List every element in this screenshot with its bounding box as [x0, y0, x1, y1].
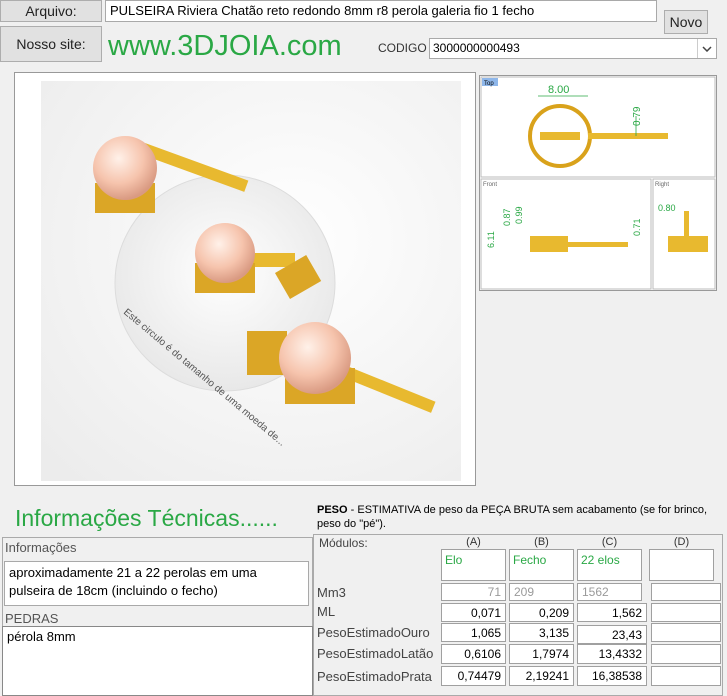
col-name-c[interactable]: 22 elos	[577, 549, 642, 581]
col-header-d: (D)	[673, 536, 690, 548]
peso-header: PESO - ESTIMATIVA de peso da PEÇA BRUTA …	[317, 503, 712, 531]
prata-a: 0,74479	[441, 666, 506, 686]
site-button[interactable]: Nosso site:	[0, 26, 102, 62]
dim-top-width: 8.00	[548, 84, 569, 96]
chevron-down-icon[interactable]	[697, 39, 716, 58]
col-name-a[interactable]: Elo	[441, 549, 506, 581]
prata-c: 16,38538	[577, 666, 647, 686]
site-url[interactable]: www.3DJOIA.com	[108, 28, 342, 64]
modulos-label: Módulos:	[319, 536, 368, 550]
prata-b: 2,19241	[509, 666, 574, 686]
dim-front-1: 6.11	[486, 231, 496, 248]
ml-b: 0,209	[509, 603, 574, 622]
informacoes-label: Informações	[5, 540, 77, 555]
ouro-d	[651, 623, 721, 642]
row-label-ml: ML	[317, 604, 336, 619]
col-header-b: (B)	[534, 536, 549, 548]
latao-d	[651, 644, 721, 664]
ouro-b: 3,135	[509, 623, 574, 642]
col-name-d[interactable]	[649, 549, 714, 581]
dim-front-3: 0.99	[514, 206, 524, 224]
ml-a: 0,071	[441, 603, 506, 622]
arquivo-field[interactable]: PULSEIRA Riviera Chatão reto redondo 8mm…	[105, 0, 657, 22]
dim-front-4: 0.71	[632, 218, 642, 236]
col-header-a: (A)	[466, 536, 481, 548]
peso-description: - ESTIMATIVA de peso da PEÇA BRUTA sem a…	[317, 504, 708, 530]
pedras-label: PEDRAS	[5, 611, 59, 626]
informacoes-textarea[interactable]: aproximadamente 21 a 22 perolas em uma p…	[4, 561, 309, 606]
codigo-value: 3000000000493	[433, 41, 520, 55]
codigo-label: CODIGO	[378, 41, 427, 55]
row-label-mm3: Mm3	[317, 585, 346, 600]
row-label-ouro: PesoEstimadoOuro	[317, 625, 430, 640]
arquivo-label: Arquivo:	[0, 0, 102, 22]
peso-title: PESO	[317, 504, 348, 516]
mm3-b: 209	[509, 583, 574, 601]
codigo-select[interactable]: 3000000000493	[429, 38, 717, 59]
mm3-a: 71	[441, 583, 506, 601]
latao-a: 0,6106	[441, 644, 506, 664]
ouro-a: 1,065	[441, 623, 506, 642]
info-heading: Informações Técnicas......	[15, 505, 278, 531]
col-name-b[interactable]: Fecho	[509, 549, 574, 581]
top-view-title: Top	[484, 81, 494, 87]
dim-top-side: 0.79	[632, 106, 643, 126]
prata-d	[651, 666, 721, 686]
row-label-prata: PesoEstimadoPrata	[317, 669, 432, 684]
latao-c: 13,4332	[577, 644, 647, 664]
front-view-title: Front	[483, 182, 497, 188]
ouro-c: 23,43	[577, 625, 647, 644]
render-panel: Este circulo é do tamanho de uma moeda d…	[14, 72, 476, 486]
product-render: Este circulo é do tamanho de uma moeda d…	[41, 81, 461, 481]
row-label-latao: PesoEstimadoLatão	[317, 646, 434, 661]
latao-b: 1,7974	[509, 644, 574, 664]
dim-front-2: 0.87	[502, 208, 512, 226]
novo-button[interactable]: Novo	[664, 10, 708, 34]
ml-d	[651, 603, 721, 622]
technical-views: Top 8.00 0.79 Front 6.11 0.87 0.99 0.71 …	[479, 75, 717, 291]
right-view-title: Right	[655, 182, 669, 188]
mm3-c: 1562	[577, 583, 642, 601]
pedras-textarea[interactable]: pérola 8mm	[2, 626, 313, 696]
ml-c: 1,562	[577, 603, 647, 622]
dim-right-1: 0.80	[658, 203, 676, 213]
mm3-d	[651, 583, 721, 601]
col-header-c: (C)	[601, 536, 618, 548]
